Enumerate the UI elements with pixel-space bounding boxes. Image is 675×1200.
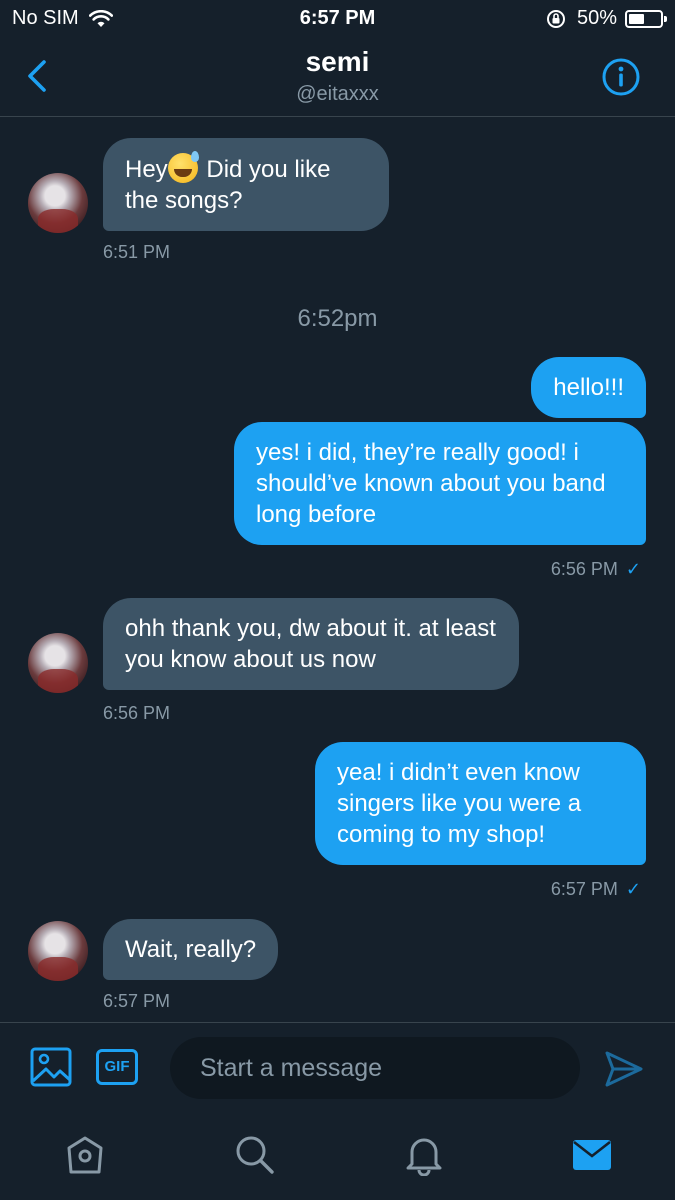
conversation-header: semi @eitaxxx bbox=[0, 38, 675, 117]
status-right: 50% bbox=[545, 7, 667, 30]
timestamp-text: 6:56 PM bbox=[550, 559, 618, 579]
sweat-smile-emoji-icon bbox=[167, 151, 199, 183]
message-timestamp: 6:57 PM bbox=[103, 991, 171, 1011]
status-bar: No SIM 6:57 PM 50% bbox=[0, 0, 675, 38]
message-text: Wait, really? bbox=[125, 936, 257, 963]
message-bubble-incoming[interactable]: ohh thank you, dw about it. at least you… bbox=[103, 598, 519, 690]
message-bubble-outgoing[interactable]: yes! i did, they’re really good! i shoul… bbox=[234, 422, 646, 545]
message-timestamp: 6:56 PM bbox=[103, 703, 171, 723]
info-icon[interactable] bbox=[601, 57, 641, 97]
orientation-lock-icon bbox=[546, 9, 565, 28]
message-composer: GIF bbox=[0, 1022, 675, 1113]
search-icon[interactable] bbox=[232, 1132, 276, 1176]
message-bubble-incoming[interactable]: Wait, really? bbox=[103, 919, 279, 980]
image-icon[interactable] bbox=[30, 1047, 72, 1087]
time-divider: 6:52pm bbox=[297, 305, 378, 332]
bell-icon[interactable] bbox=[402, 1132, 446, 1176]
contact-name[interactable]: semi bbox=[0, 46, 675, 78]
sent-check-icon: ✓ bbox=[625, 879, 641, 899]
avatar[interactable] bbox=[28, 173, 88, 233]
message-text: hello!!! bbox=[553, 374, 624, 401]
mail-icon[interactable] bbox=[570, 1132, 614, 1176]
battery-fill bbox=[629, 13, 644, 24]
message-bubble-outgoing[interactable]: hello!!! bbox=[531, 357, 646, 418]
send-icon[interactable] bbox=[603, 1048, 645, 1090]
home-icon[interactable] bbox=[63, 1132, 107, 1176]
message-text: yea! i didn’t even know singers like you… bbox=[337, 759, 582, 848]
message-input[interactable] bbox=[170, 1037, 580, 1099]
message-bubble-incoming[interactable]: Hey Did you like the songs? bbox=[103, 138, 389, 231]
contact-handle[interactable]: @eitaxxx bbox=[0, 83, 675, 106]
avatar[interactable] bbox=[28, 921, 88, 981]
message-text: ohh thank you, dw about it. at least you… bbox=[125, 615, 496, 673]
timestamp-text: 6:57 PM bbox=[550, 879, 618, 899]
tab-bar bbox=[0, 1112, 675, 1200]
message-timestamp: 6:57 PM ✓ bbox=[551, 879, 641, 900]
message-timestamp: 6:51 PM bbox=[103, 242, 171, 262]
message-timestamp: 6:56 PM ✓ bbox=[551, 559, 641, 580]
battery-icon bbox=[625, 9, 667, 28]
battery-percent: 50% bbox=[576, 7, 617, 29]
sent-check-icon: ✓ bbox=[625, 559, 641, 579]
message-text: yes! i did, they’re really good! i shoul… bbox=[256, 439, 606, 528]
avatar[interactable] bbox=[28, 633, 88, 693]
gif-button[interactable]: GIF bbox=[96, 1049, 138, 1085]
message-bubble-outgoing[interactable]: yea! i didn’t even know singers like you… bbox=[315, 742, 646, 865]
message-text: Hey bbox=[125, 156, 168, 183]
